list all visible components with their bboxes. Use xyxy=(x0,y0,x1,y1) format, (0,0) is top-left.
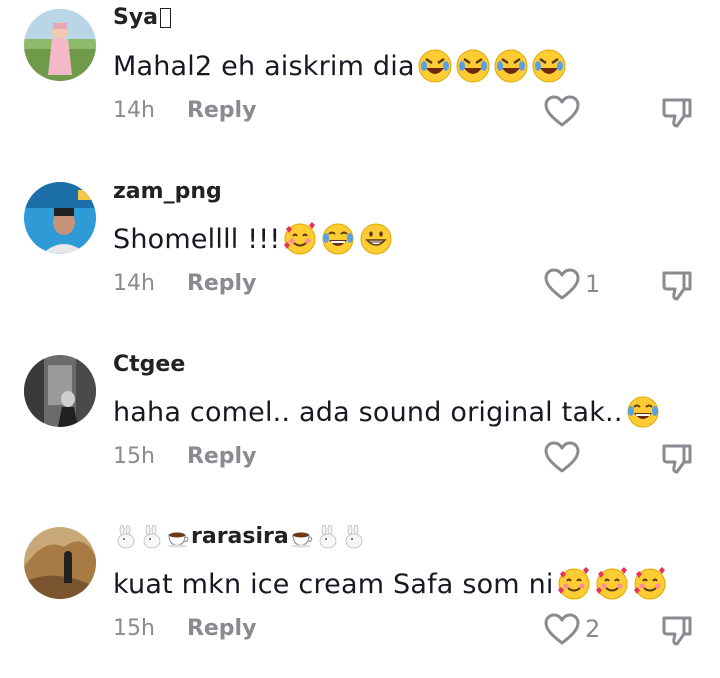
username[interactable]: Ctgee xyxy=(113,352,185,377)
rofl-emoji-icon xyxy=(493,48,529,84)
like-button[interactable] xyxy=(543,94,585,128)
username-text[interactable]: Sya xyxy=(113,5,158,30)
smiling-face-with-hearts-emoji-icon xyxy=(282,221,318,257)
dislike-button[interactable] xyxy=(660,442,694,476)
grin-emoji-icon xyxy=(358,221,394,257)
username-text[interactable]: rarasira xyxy=(191,524,289,549)
username[interactable]: Sya xyxy=(113,5,172,30)
thumbs-down-icon xyxy=(662,444,692,474)
comment-text-content: haha comel.. ada sound original tak.. xyxy=(113,396,623,428)
like-button[interactable]: 2 xyxy=(543,612,600,646)
coffee-icon xyxy=(166,525,190,549)
like-count: 2 xyxy=(585,615,601,643)
thumbs-down-icon xyxy=(662,98,692,128)
avatar[interactable] xyxy=(24,355,96,427)
reply-button[interactable]: Reply xyxy=(187,616,257,641)
rabbit-icon xyxy=(342,524,366,549)
heart-icon xyxy=(544,268,580,300)
rofl-emoji-icon xyxy=(417,48,453,84)
dislike-button[interactable] xyxy=(660,96,694,130)
like-button[interactable] xyxy=(543,440,585,474)
timestamp: 15h xyxy=(113,616,155,641)
comment-item: Sya Mahal2 eh aiskrim dia 14h Reply xyxy=(0,0,720,160)
comment-text: Shomellll !!! xyxy=(113,221,394,257)
comment-text-content: Shomellll !!! xyxy=(113,223,281,255)
comment-item: Ctgee haha comel.. ada sound original ta… xyxy=(0,346,720,506)
rofl-emoji-icon xyxy=(531,48,567,84)
comment-text: haha comel.. ada sound original tak.. xyxy=(113,394,661,430)
smiling-face-with-hearts-emoji-icon xyxy=(594,566,630,602)
rabbit-icon xyxy=(140,524,164,549)
like-count: 1 xyxy=(585,270,601,298)
heart-icon xyxy=(544,95,580,127)
timestamp: 14h xyxy=(113,271,155,296)
thumbs-down-icon xyxy=(662,271,692,301)
avatar[interactable] xyxy=(24,527,96,599)
rabbit-icon xyxy=(114,524,138,549)
dislike-button[interactable] xyxy=(660,614,694,648)
reply-button[interactable]: Reply xyxy=(187,444,257,469)
comment-item: zam_png Shomellll !!! 14h Reply 1 xyxy=(0,173,720,333)
username[interactable]: rarasira xyxy=(113,524,367,549)
heart-icon xyxy=(544,613,580,645)
rabbit-icon xyxy=(316,524,340,549)
like-button[interactable]: 1 xyxy=(543,267,600,301)
comment-text-content: Mahal2 eh aiskrim dia xyxy=(113,50,415,82)
reply-button[interactable]: Reply xyxy=(187,98,257,123)
rofl-emoji-icon xyxy=(455,48,491,84)
comment-meta: 14h Reply xyxy=(113,98,256,123)
comment-meta: 14h Reply xyxy=(113,271,256,296)
username[interactable]: zam_png xyxy=(113,179,222,204)
avatar[interactable] xyxy=(24,9,96,81)
dislike-button[interactable] xyxy=(660,269,694,303)
thumbs-down-icon xyxy=(662,616,692,646)
comment-text: kuat mkn ice cream Safa som ni xyxy=(113,566,668,602)
avatar[interactable] xyxy=(24,182,96,254)
joy-emoji-icon xyxy=(320,221,356,257)
joy-emoji-icon xyxy=(625,394,661,430)
comment-meta: 15h Reply xyxy=(113,616,256,641)
comment-text: Mahal2 eh aiskrim dia xyxy=(113,48,567,84)
comment-meta: 15h Reply xyxy=(113,444,256,469)
unknown-glyph-icon xyxy=(160,7,172,28)
timestamp: 14h xyxy=(113,98,155,123)
smiling-face-with-hearts-emoji-icon xyxy=(556,566,592,602)
smiling-face-with-hearts-emoji-icon xyxy=(632,566,668,602)
coffee-icon xyxy=(290,525,314,549)
username-text[interactable]: Ctgee xyxy=(113,352,185,377)
comment-item: rarasira kuat mkn ice cream Safa som ni … xyxy=(0,518,720,678)
comment-text-content: kuat mkn ice cream Safa som ni xyxy=(113,568,554,600)
heart-icon xyxy=(544,441,580,473)
reply-button[interactable]: Reply xyxy=(187,271,257,296)
timestamp: 15h xyxy=(113,444,155,469)
username-text[interactable]: zam_png xyxy=(113,179,222,204)
